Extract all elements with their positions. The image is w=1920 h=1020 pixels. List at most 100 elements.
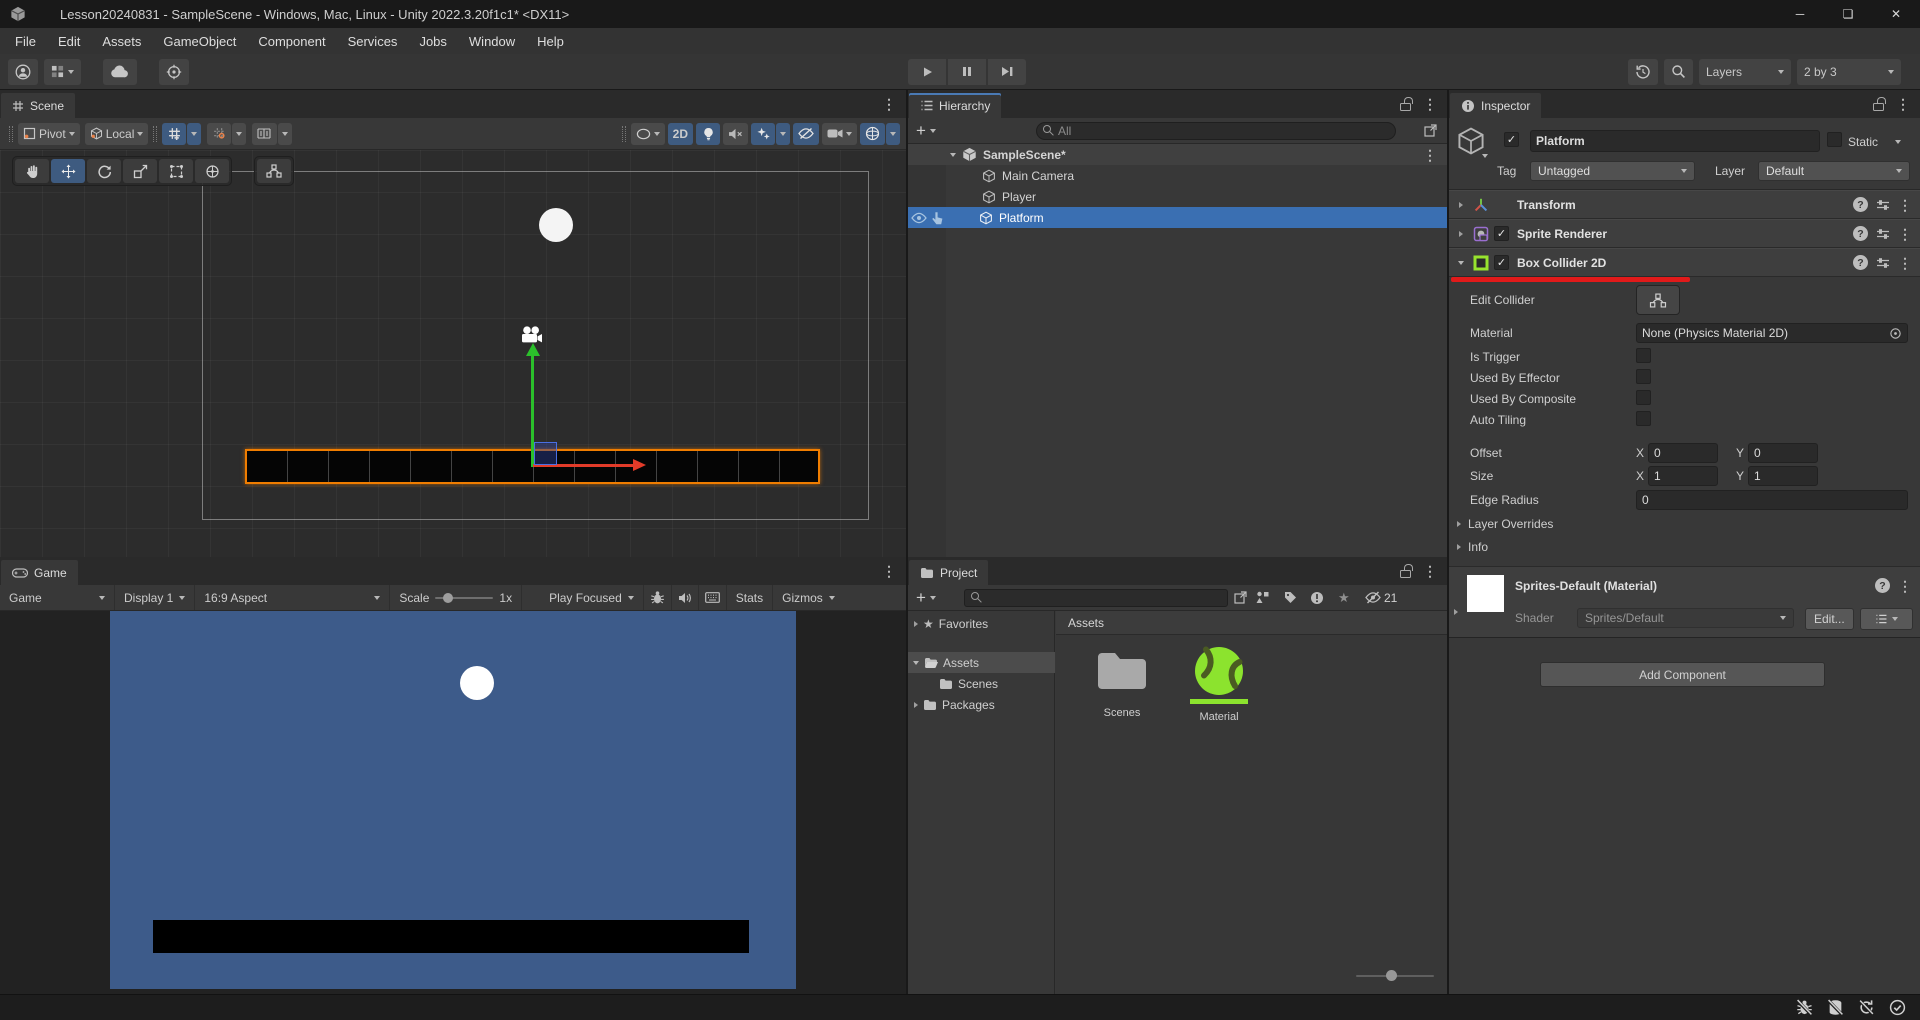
grid-visibility-caret[interactable] <box>187 123 201 145</box>
window-maximize-button[interactable]: ❏ <box>1824 0 1872 28</box>
mute-audio-button[interactable] <box>672 585 699 610</box>
component-transform-header[interactable]: Transform ? ⋮ <box>1449 190 1920 219</box>
pick-hand-icon[interactable] <box>931 211 943 225</box>
layer-overrides-foldout[interactable]: Layer Overrides <box>1457 517 1553 531</box>
overlay-handle[interactable] <box>622 126 626 142</box>
object-picker-icon[interactable] <box>1889 327 1902 340</box>
grid-size-button[interactable] <box>252 123 277 145</box>
inspector-menu-icon[interactable]: ⋮ <box>1896 97 1910 111</box>
is-trigger-checkbox[interactable] <box>1636 348 1651 363</box>
transform-tool-button[interactable] <box>195 159 229 183</box>
scene-row-menu-icon[interactable]: ⋮ <box>1423 148 1437 162</box>
create-object-button[interactable]: + <box>916 122 936 139</box>
offset-x-field[interactable]: 0 <box>1648 443 1718 463</box>
auto-refresh-disabled-icon[interactable] <box>1858 999 1875 1016</box>
hierarchy-scene-row[interactable]: SampleScene* ⋮ <box>908 144 1447 165</box>
snap-increment-button[interactable] <box>207 123 231 145</box>
menu-gameobject[interactable]: GameObject <box>152 28 247 54</box>
rotate-tool-button[interactable] <box>87 159 121 183</box>
camera-preview-button[interactable] <box>822 123 857 145</box>
search-warnings-icon[interactable] <box>1310 591 1324 605</box>
services-button[interactable] <box>159 59 189 85</box>
tag-dropdown[interactable]: Untagged <box>1530 161 1695 181</box>
input-debug-button[interactable] <box>699 585 727 610</box>
help-icon[interactable]: ? <box>1875 578 1890 593</box>
static-checkbox[interactable] <box>1827 132 1842 147</box>
hierarchy-item-player[interactable]: Player <box>908 186 1447 207</box>
open-new-window-icon[interactable] <box>1424 124 1437 137</box>
menu-assets[interactable]: Assets <box>91 28 152 54</box>
tree-item-assets-selected[interactable]: Assets <box>908 652 1055 673</box>
static-caret[interactable] <box>1895 140 1901 144</box>
tab-inspector[interactable]: Inspector <box>1450 93 1541 118</box>
menu-file[interactable]: File <box>4 28 47 54</box>
effects-button[interactable] <box>751 123 775 145</box>
layers-dropdown[interactable]: Layers <box>1699 59 1791 85</box>
foldout-closed-icon[interactable] <box>1454 609 1458 615</box>
hierarchy-item-main-camera[interactable]: Main Camera <box>908 165 1447 186</box>
grid-visibility-button[interactable] <box>162 123 186 145</box>
offset-y-field[interactable]: 0 <box>1748 443 1818 463</box>
shader-dropdown[interactable]: Sprites/Default <box>1577 608 1794 628</box>
overlay-handle[interactable] <box>9 126 13 142</box>
lock-icon[interactable] <box>1400 570 1411 578</box>
menu-component[interactable]: Component <box>247 28 336 54</box>
hierarchy-search-input[interactable]: All <box>1036 122 1396 140</box>
scale-tool-button[interactable] <box>123 159 157 183</box>
account-button[interactable] <box>8 59 38 85</box>
lighting-toggle-button[interactable] <box>696 123 720 145</box>
help-icon[interactable]: ? <box>1853 197 1868 212</box>
hierarchy-menu-icon[interactable]: ⋮ <box>1423 97 1437 111</box>
presets-icon[interactable] <box>1876 228 1890 240</box>
project-menu-icon[interactable]: ⋮ <box>1423 564 1437 578</box>
foldout-closed-icon[interactable] <box>1459 202 1463 208</box>
local-dropdown[interactable]: Local <box>85 123 149 145</box>
component-menu-icon[interactable]: ⋮ <box>1898 256 1912 270</box>
rect-tool-button[interactable] <box>159 159 193 183</box>
scene-viewport[interactable] <box>0 150 906 557</box>
material-object-field[interactable]: None (Physics Material 2D) <box>1636 323 1908 343</box>
eye-icon[interactable] <box>911 212 927 224</box>
version-control-button[interactable] <box>44 59 81 85</box>
icon-caret[interactable] <box>1482 154 1488 158</box>
aspect-ratio-dropdown[interactable]: 16:9 Aspect <box>195 585 390 610</box>
tree-item-packages[interactable]: Packages <box>908 694 1055 715</box>
foldout-closed-icon[interactable] <box>914 621 918 627</box>
component-enabled-checkbox[interactable]: ✓ <box>1494 255 1509 270</box>
stats-button[interactable]: Stats <box>727 585 773 610</box>
gizmos-caret[interactable] <box>886 123 900 145</box>
presets-icon[interactable] <box>1876 199 1890 211</box>
info-foldout[interactable]: Info <box>1457 540 1488 554</box>
display-dropdown[interactable]: Display 1 <box>115 585 195 610</box>
search-by-type-icon[interactable] <box>1256 591 1270 604</box>
add-component-button[interactable]: Add Component <box>1540 662 1825 687</box>
frame-debugger-button[interactable] <box>644 585 672 610</box>
game-viewport[interactable] <box>0 611 906 994</box>
move-tool-button[interactable] <box>51 159 85 183</box>
zoom-slider-thumb[interactable] <box>1386 970 1397 981</box>
tab-hierarchy[interactable]: Hierarchy <box>909 93 1001 118</box>
lock-icon[interactable] <box>1873 103 1884 111</box>
scene-visibility-button[interactable] <box>793 123 819 145</box>
game-menu-icon[interactable]: ⋮ <box>882 564 896 578</box>
menu-jobs[interactable]: Jobs <box>408 28 457 54</box>
foldout-open-icon[interactable] <box>913 661 919 665</box>
used-by-composite-checkbox[interactable] <box>1636 390 1651 405</box>
audio-toggle-button[interactable] <box>723 123 748 145</box>
component-enabled-checkbox[interactable]: ✓ <box>1494 226 1509 241</box>
foldout-open-icon[interactable] <box>1458 261 1464 265</box>
foldout-open-icon[interactable] <box>950 153 956 157</box>
snap-caret[interactable] <box>232 123 246 145</box>
window-close-button[interactable]: ✕ <box>1872 0 1920 28</box>
cloud-button[interactable] <box>103 59 137 85</box>
gizmos-dropdown[interactable]: Gizmos <box>773 585 844 610</box>
object-name-field[interactable]: Platform <box>1530 130 1820 152</box>
window-minimize-button[interactable]: ─ <box>1776 0 1824 28</box>
create-asset-button[interactable]: + <box>916 589 936 606</box>
menu-window[interactable]: Window <box>458 28 526 54</box>
hidden-packages-toggle[interactable]: 21 <box>1364 591 1397 605</box>
gizmos-toggle-button[interactable] <box>860 123 885 145</box>
game-display-mode-dropdown[interactable]: Game <box>0 585 115 610</box>
edit-collider-button[interactable] <box>1636 285 1680 315</box>
tree-item-scenes[interactable]: Scenes <box>908 673 1055 694</box>
